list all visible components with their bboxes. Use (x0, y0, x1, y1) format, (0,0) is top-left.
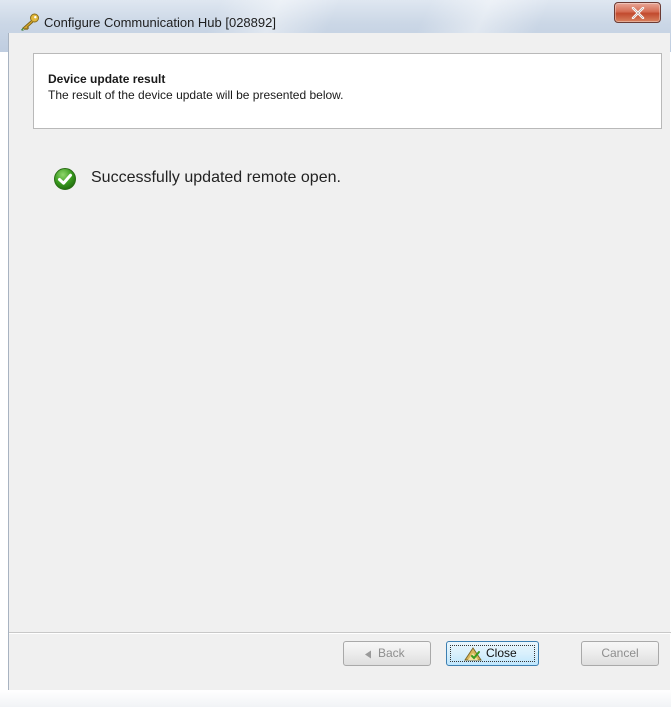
close-wizard-icon (464, 647, 482, 661)
page-subtitle: The result of the device update will be … (48, 88, 344, 102)
dialog-window: Configure Communication Hub [028892] Dev… (0, 0, 671, 707)
header-panel: Device update result The result of the d… (33, 53, 662, 129)
window-bottom-edge (0, 690, 671, 707)
close-button[interactable]: Close (446, 641, 539, 666)
window-title: Configure Communication Hub [028892] (44, 15, 276, 30)
close-button-label: Close (486, 646, 517, 660)
result-message: Successfully updated remote open. (91, 169, 341, 186)
close-icon (631, 7, 645, 19)
back-button[interactable]: Back (343, 641, 431, 666)
cancel-button-label: Cancel (601, 646, 639, 660)
cancel-button[interactable]: Cancel (581, 641, 659, 666)
footer-divider (9, 632, 671, 634)
back-button-label: Back (378, 646, 405, 660)
page-title: Device update result (48, 72, 166, 86)
check-circle-icon (53, 167, 77, 191)
window-close-button[interactable] (614, 2, 661, 23)
dialog-content: Device update result The result of the d… (8, 33, 671, 690)
left-arrow-icon (365, 650, 371, 659)
key-icon (20, 13, 40, 31)
